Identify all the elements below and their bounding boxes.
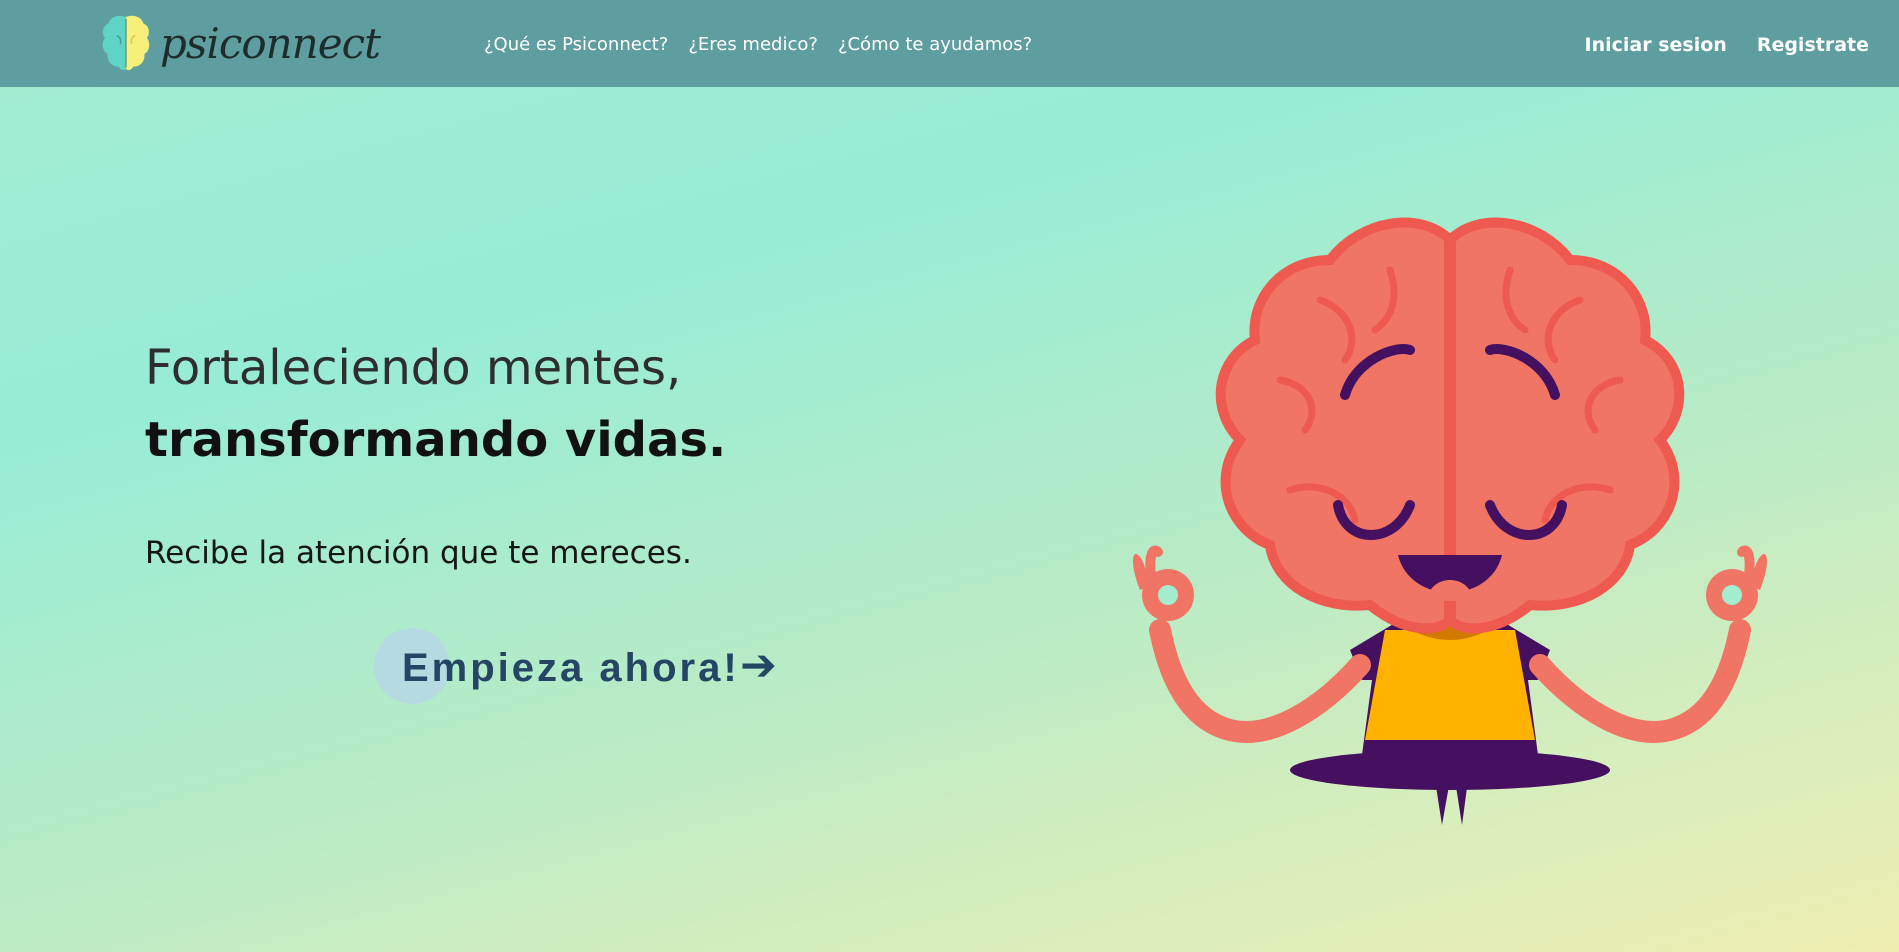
brain-logo-icon [102, 15, 150, 71]
hero-subtitle: Recibe la atención que te mereces. [145, 535, 692, 571]
main-nav: ¿Qué es Psiconnect? ¿Eres medico? ¿Cómo … [484, 34, 1032, 55]
nav-link-que-es[interactable]: ¿Qué es Psiconnect? [484, 34, 668, 55]
brand-logo[interactable]: psiconnect [100, 6, 381, 80]
hero-heading-line2: transformando vidas. [145, 412, 727, 468]
nav-link-como-ayudamos[interactable]: ¿Cómo te ayudamos? [838, 34, 1032, 55]
meditating-brain-illustration [1133, 217, 1767, 825]
register-link[interactable]: Registrate [1757, 34, 1869, 56]
cta-label: Empieza ahora! [402, 646, 740, 690]
arrow-right-icon: ➔ [740, 640, 777, 691]
get-started-button[interactable]: Empieza ahora! ➔ [374, 628, 794, 704]
login-link[interactable]: Iniciar sesion [1585, 34, 1727, 56]
brand-name: psiconnect [159, 18, 381, 68]
auth-links: Iniciar sesion Registrate [1585, 34, 1869, 56]
nav-link-eres-medico[interactable]: ¿Eres medico? [688, 34, 818, 55]
hero-heading-line1: Fortaleciendo mentes, [145, 340, 682, 396]
navbar: psiconnect ¿Qué es Psiconnect? ¿Eres med… [0, 0, 1899, 87]
